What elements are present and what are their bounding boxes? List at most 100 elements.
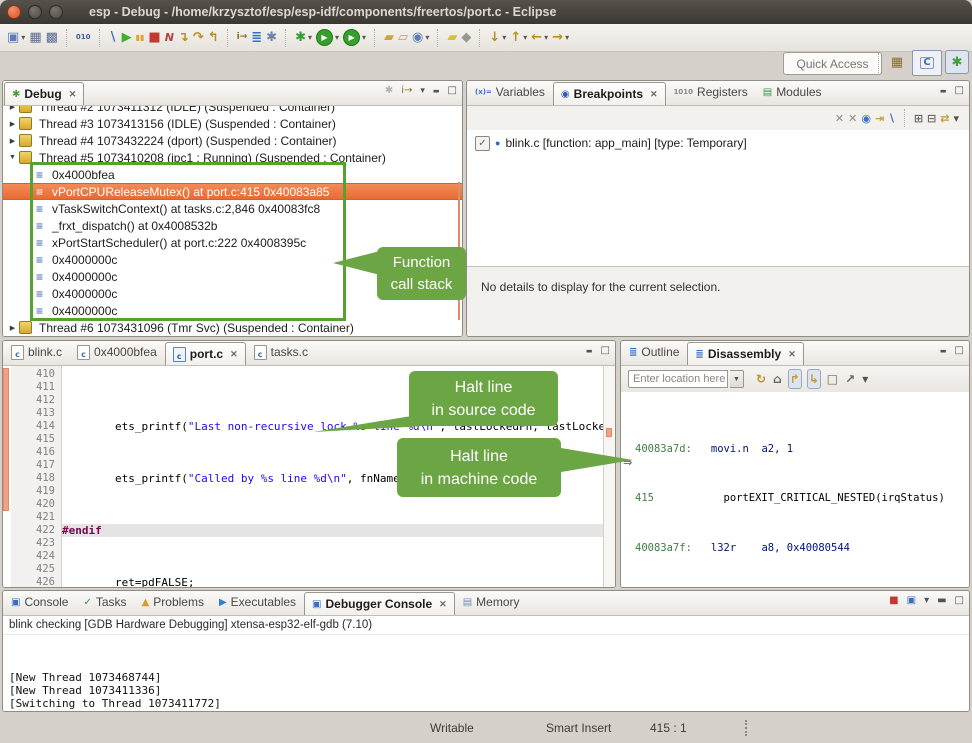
view-menu-icon[interactable]: ▾	[952, 109, 960, 127]
home-icon[interactable]: ⌂	[772, 369, 783, 389]
location-input[interactable]: Enter location here	[628, 370, 728, 388]
tab-executables[interactable]: ▶ Executables	[212, 592, 303, 612]
expander-icon[interactable]: ▼	[8, 154, 17, 161]
breakpoint-action-icon[interactable]: ✱	[265, 27, 278, 49]
show-supported-breakpoints-icon[interactable]: ◉	[860, 109, 872, 127]
binary-build-icon[interactable]: 010	[75, 27, 92, 49]
save-all-icon[interactable]: ▩	[45, 27, 59, 49]
mark-occurrences-icon[interactable]: ▰	[446, 27, 458, 49]
status-drag-handle[interactable]	[745, 720, 747, 736]
tab-0x4000bfea[interactable]: c 0x4000bfea	[70, 342, 164, 362]
expander-icon[interactable]: ▶	[8, 106, 17, 111]
debug-tree-row[interactable]: ▶ Thread #2 1073411312 (IDLE) (Suspended…	[3, 106, 462, 115]
maximize-icon[interactable]: □	[955, 596, 964, 606]
view-menu-icon[interactable]: ▾	[861, 369, 869, 389]
debug-icon[interactable]: ✱ ▾	[294, 27, 313, 49]
tab-port-c[interactable]: c port.c ✕	[165, 342, 246, 365]
tab-debugger-console[interactable]: ▣ Debugger Console ✕	[304, 592, 455, 615]
step-into-icon[interactable]: ↴	[177, 27, 190, 49]
open-perspective-icon[interactable]: ▦	[885, 50, 909, 74]
tab-blink-c[interactable]: c blink.c	[4, 342, 69, 362]
remove-all-terminated-icon[interactable]: ✱	[385, 86, 393, 96]
debug-tree-row[interactable]: ▶ Thread #3 1073413156 (IDLE) (Suspended…	[3, 115, 462, 132]
breakpoint-row[interactable]: ✓ ● blink.c [function: app_main] [type: …	[475, 134, 969, 152]
tab-disassembly[interactable]: ≣ Disassembly ✕	[687, 342, 803, 365]
maximize-button[interactable]	[49, 5, 63, 19]
new-view-icon[interactable]: □	[826, 369, 839, 389]
annotation-icon[interactable]: ◆	[460, 27, 472, 49]
close-tab-icon[interactable]: ✕	[439, 599, 447, 610]
refresh-icon[interactable]: ↻	[755, 369, 767, 389]
step-filters-icon[interactable]: ≣	[250, 27, 263, 49]
save-icon[interactable]: ▦	[28, 27, 42, 49]
terminate-icon[interactable]: ■	[147, 27, 161, 49]
display-console-icon[interactable]: ▣	[907, 596, 916, 606]
minimize-icon[interactable]: ▬	[433, 88, 440, 95]
breakpoint-checkbox[interactable]: ✓	[475, 136, 490, 151]
tab-breakpoints[interactable]: ◉ Breakpoints ✕	[553, 82, 666, 105]
debug-tree-row[interactable]: ▶ Thread #6 1073431096 (Tmr Svc) (Suspen…	[3, 319, 462, 336]
tab-registers[interactable]: 1010 Registers	[667, 82, 755, 102]
pin-view-icon[interactable]: ↗	[844, 369, 856, 389]
tab-tasks[interactable]: ✓ Tasks	[76, 592, 133, 612]
debug-tree-row[interactable]: ▼ Thread #5 1073410208 (ipc1 : Running) …	[3, 149, 462, 166]
remove-breakpoint-icon[interactable]: ✕	[834, 109, 845, 127]
collapse-all-icon[interactable]: ⊟	[926, 109, 937, 127]
new-wizard-icon[interactable]: ▣ ▾	[6, 27, 26, 49]
debug-perspective-icon[interactable]: ✱	[945, 50, 969, 74]
tab-debug[interactable]: ✱ Debug ✕	[4, 82, 84, 105]
sync-context-icon[interactable]: ↱	[788, 369, 802, 389]
console-output[interactable]: blink checking [GDB Hardware Debugging] …	[3, 616, 969, 711]
forward-icon[interactable]: → ▾	[551, 27, 570, 49]
skip-all-breakpoints-icon[interactable]: ∖	[108, 27, 119, 49]
close-tab-icon[interactable]: ✕	[69, 89, 77, 100]
disconnect-icon[interactable]: N	[164, 27, 175, 49]
run-icon[interactable]: ▶ ▾	[315, 27, 340, 49]
debug-tree-row[interactable]: ▶ Thread #4 1073432224 (dport) (Suspende…	[3, 132, 462, 149]
external-tools-icon[interactable]: ▶ ▾	[342, 27, 367, 49]
disassembly-listing[interactable]: 40083a7d: movi.n a2, 1 415 portEXIT_CRIT…	[621, 392, 969, 587]
debug-tree-row[interactable]: ≡ 0x4000bfea	[3, 166, 462, 183]
tab-console[interactable]: ▣ Console	[4, 592, 75, 612]
instruction-stepping-icon[interactable]: i→	[236, 27, 249, 49]
location-dropdown-icon[interactable]: ▼	[730, 370, 744, 388]
suspend-icon[interactable]: ▮▮	[135, 27, 146, 49]
resume-icon[interactable]: ▶	[121, 27, 133, 49]
maximize-icon[interactable]: □	[448, 86, 457, 96]
track-expression-icon[interactable]: ↳	[807, 369, 821, 389]
debug-tree-row[interactable]: ≡ vPortCPUReleaseMutex() at port.c:415 0…	[3, 183, 462, 200]
tab-modules[interactable]: ▤ Modules	[756, 82, 829, 102]
close-tab-icon[interactable]: ✕	[788, 349, 796, 360]
tab-memory[interactable]: ▤ Memory	[456, 592, 527, 612]
expand-all-icon[interactable]: ⊞	[913, 109, 924, 127]
expander-icon[interactable]: ▶	[8, 324, 17, 332]
close-button[interactable]	[7, 5, 21, 19]
open-type-icon[interactable]: ▰	[383, 27, 395, 49]
link-with-debug-icon[interactable]: ⇄	[939, 109, 950, 127]
debug-tree-row[interactable]: ≡ _frxt_dispatch() at 0x4008532b	[3, 217, 462, 234]
remove-all-breakpoints-icon[interactable]: ✕	[847, 109, 858, 127]
minimize-icon[interactable]: ▬	[940, 348, 947, 355]
debug-tree-row[interactable]: ≡ 0x4000000c	[3, 302, 462, 319]
last-edit-location-icon[interactable]: ↓ ▾	[488, 27, 507, 49]
minimize-button[interactable]	[28, 5, 42, 19]
close-tab-icon[interactable]: ✕	[650, 89, 658, 100]
expander-icon[interactable]: ▶	[8, 137, 17, 145]
terminate-console-icon[interactable]: ■	[889, 596, 898, 606]
skip-all-breakpoints-icon[interactable]: ∖	[887, 109, 897, 127]
step-over-icon[interactable]: ↷	[192, 27, 205, 49]
minimize-icon[interactable]: ▬	[937, 596, 946, 606]
tab-problems[interactable]: ▲ Problems	[135, 592, 211, 612]
go-to-file-icon[interactable]: ⇥	[874, 109, 885, 127]
quick-access-button[interactable]: Quick Access	[783, 52, 882, 75]
expander-icon[interactable]: ▶	[8, 120, 17, 128]
c-cpp-perspective-icon[interactable]: C	[912, 50, 942, 76]
previous-edit-icon[interactable]: ↑ ▾	[509, 27, 528, 49]
instruction-stepping-toggle-icon[interactable]: i→	[401, 86, 412, 96]
view-menu-icon[interactable]: ▾	[420, 87, 425, 96]
tab-outline[interactable]: ≣ Outline	[622, 342, 686, 362]
search-icon[interactable]: ◉ ▾	[411, 27, 430, 49]
maximize-icon[interactable]: □	[601, 346, 610, 356]
open-resource-icon[interactable]: ▱	[397, 27, 409, 49]
debug-tree-row[interactable]: ≡ vTaskSwitchContext() at tasks.c:2,846 …	[3, 200, 462, 217]
